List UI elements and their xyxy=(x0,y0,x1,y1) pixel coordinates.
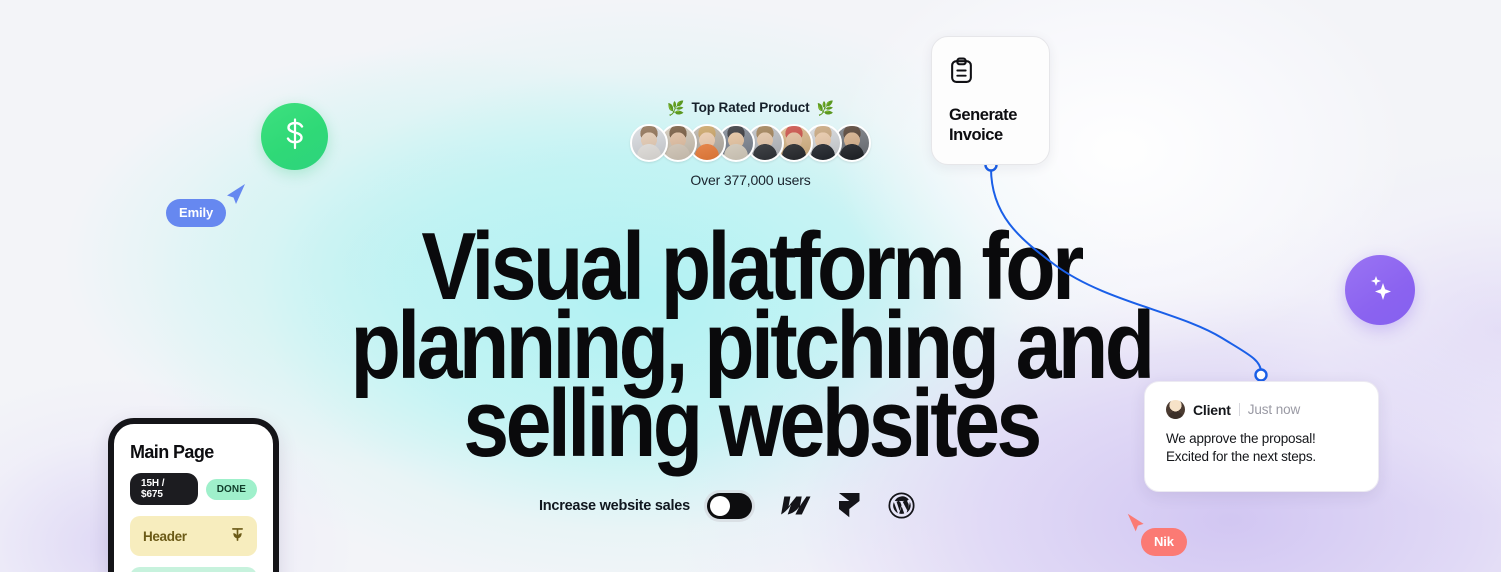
hero-section: 🌿 Top Rated Product 🌿 Over 377,000 users… xyxy=(0,0,1501,572)
wordpress-logo[interactable] xyxy=(888,492,915,519)
laurel-leaf-right-icon: 🌿 xyxy=(816,99,834,116)
dollar-badge[interactable] xyxy=(261,103,328,170)
cursor-emily-label: Emily xyxy=(166,199,227,227)
sparkle-badge[interactable] xyxy=(1345,255,1415,325)
generate-invoice-label: Generate Invoice xyxy=(949,106,1017,145)
headline-line-3: selling websites xyxy=(462,370,1042,478)
phone-row-header[interactable]: Header xyxy=(130,516,257,556)
phone-row-company[interactable]: Company Overview xyxy=(130,567,257,572)
sprout-icon xyxy=(231,527,244,545)
user-count-label: Over 377,000 users xyxy=(690,172,811,188)
increase-sales-toggle[interactable] xyxy=(706,492,752,519)
client-comment-card[interactable]: Client Just now We approve the proposal!… xyxy=(1144,381,1379,492)
clipboard-icon xyxy=(949,57,974,88)
integrations-row: Increase website sales xyxy=(539,492,915,519)
generate-invoice-card[interactable]: Generate Invoice xyxy=(931,36,1050,165)
client-name: Client xyxy=(1193,401,1231,418)
increase-sales-label: Increase website sales xyxy=(539,497,690,514)
phone-badge-row: 15H / $675 DONE xyxy=(130,473,257,505)
client-timestamp: Just now xyxy=(1247,402,1301,417)
webflow-logo[interactable] xyxy=(780,495,811,516)
framer-logo[interactable] xyxy=(838,493,860,518)
client-comment-header: Client Just now xyxy=(1166,400,1357,419)
phone-page-title: Main Page xyxy=(130,442,214,462)
status-badge: DONE xyxy=(205,478,257,500)
dollar-icon xyxy=(282,118,308,155)
cursor-emily-arrow xyxy=(227,184,245,204)
cursor-nik-label: Nik xyxy=(1141,528,1187,556)
social-proof: 🌿 Top Rated Product 🌿 Over 377,000 users xyxy=(0,100,1501,188)
hours-price-badge: 15H / $675 xyxy=(130,473,198,505)
phone-mockup: Main Page 15H / $675 DONE Header Company… xyxy=(108,418,279,572)
page-title: Visual platform for planning, pitching a… xyxy=(251,219,1251,478)
divider xyxy=(1238,403,1240,416)
top-rated-label: Top Rated Product xyxy=(691,100,810,115)
avatar xyxy=(630,124,668,162)
client-message: We approve the proposal! Excited for the… xyxy=(1166,431,1316,465)
avatar-group xyxy=(630,124,871,162)
phone-row-header-label: Header xyxy=(143,528,187,544)
top-rated-badge: 🌿 Top Rated Product 🌿 xyxy=(667,100,834,115)
client-avatar xyxy=(1166,400,1185,419)
sparkles-icon xyxy=(1364,272,1396,309)
toggle-knob xyxy=(709,495,730,516)
laurel-leaf-left-icon: 🌿 xyxy=(667,99,685,116)
